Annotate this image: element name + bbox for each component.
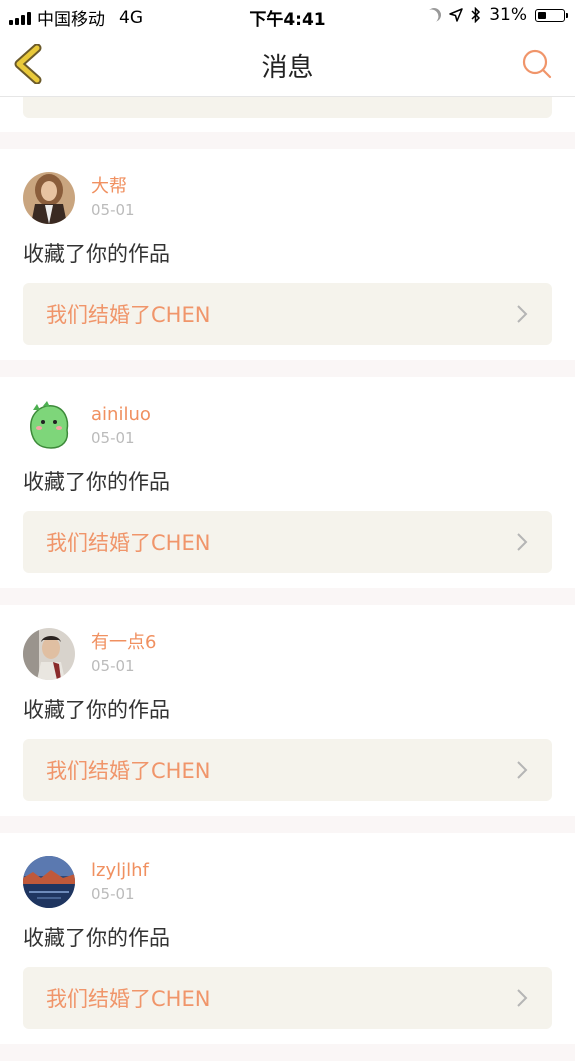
- separator: [0, 816, 575, 833]
- date: 05-01: [91, 656, 135, 675]
- username[interactable]: ainiluo: [91, 404, 151, 426]
- battery-icon: [535, 8, 568, 22]
- separator: [0, 132, 575, 149]
- action-text: 收藏了你的作品: [23, 470, 170, 494]
- chevron-right-icon: [517, 761, 528, 779]
- chevron-right-icon: [517, 989, 528, 1007]
- page-title: 消息: [261, 53, 314, 83]
- message-item: 大帮 05-01 收藏了你的作品 我们结婚了CHEN: [0, 149, 575, 360]
- message-list: 大帮 05-01 收藏了你的作品 我们结婚了CHEN ainiluo 05-01…: [0, 97, 575, 1061]
- work-title: 我们结婚了CHEN: [46, 987, 211, 1011]
- username[interactable]: 大帮: [91, 176, 135, 198]
- location-icon: [449, 8, 463, 22]
- action-text: 收藏了你的作品: [23, 242, 170, 266]
- work-card[interactable]: 我们结婚了CHEN: [23, 967, 552, 1029]
- action-text: 收藏了你的作品: [23, 698, 170, 722]
- username[interactable]: 有一点6: [91, 632, 156, 654]
- message-item: ainiluo 05-01 收藏了你的作品 我们结婚了CHEN: [0, 377, 575, 588]
- status-bar: 中国移动 4G 下午4:41 31%: [0, 0, 575, 32]
- search-icon[interactable]: [521, 48, 553, 80]
- username[interactable]: lzyljlhf: [91, 860, 149, 882]
- date: 05-01: [91, 884, 135, 903]
- work-title: 我们结婚了CHEN: [46, 303, 211, 327]
- separator: [0, 360, 575, 377]
- work-card[interactable]: 我们结婚了CHEN: [23, 511, 552, 573]
- action-text: 收藏了你的作品: [23, 926, 170, 950]
- avatar[interactable]: [23, 400, 75, 452]
- status-right: 31%: [425, 5, 568, 25]
- work-title: 我们结婚了CHEN: [46, 759, 211, 783]
- message-item: lzyljlhf 05-01 收藏了你的作品 我们结婚了CHEN: [0, 833, 575, 1044]
- avatar[interactable]: [23, 172, 75, 224]
- message-item: 有一点6 05-01 收藏了你的作品 我们结婚了CHEN: [0, 605, 575, 816]
- work-title: 我们结婚了CHEN: [46, 531, 211, 555]
- chevron-right-icon: [517, 533, 528, 551]
- separator: [0, 588, 575, 605]
- avatar[interactable]: [23, 628, 75, 680]
- date: 05-01: [91, 200, 135, 219]
- do-not-disturb-icon: [425, 5, 444, 24]
- battery-percent: 31%: [489, 5, 527, 25]
- work-card[interactable]: 我们结婚了CHEN: [23, 739, 552, 801]
- bluetooth-icon: [471, 7, 481, 23]
- avatar[interactable]: [23, 856, 75, 908]
- work-card-partial[interactable]: [23, 97, 552, 118]
- date: 05-01: [91, 428, 135, 447]
- chevron-right-icon: [517, 305, 528, 323]
- work-card[interactable]: 我们结婚了CHEN: [23, 283, 552, 345]
- nav-bar: 消息: [0, 32, 575, 97]
- separator: [0, 1044, 575, 1061]
